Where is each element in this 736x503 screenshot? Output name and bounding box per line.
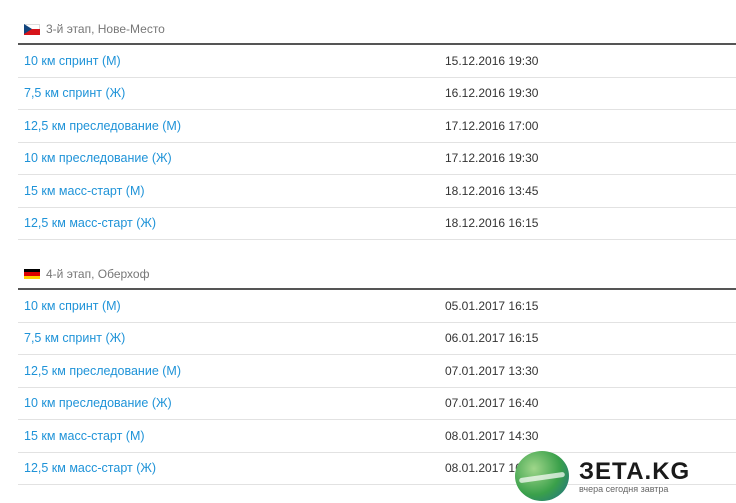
table-row: 10 км спринт (М) 05.01.2017 16:15 (18, 290, 736, 323)
watermark: ЗЕТА.KG вчера сегодня завтра (515, 448, 736, 503)
event-link[interactable]: 15 км масс-старт (М) (24, 429, 445, 443)
stage-header: 4-й этап, Оберхоф (18, 260, 736, 290)
globe-logo-icon (515, 450, 569, 501)
event-date: 17.12.2016 19:30 (445, 151, 539, 166)
watermark-tagline: вчера сегодня завтра (579, 483, 669, 494)
table-row: 10 км преследование (Ж) 17.12.2016 19:30 (18, 143, 736, 175)
table-row: 10 км преследование (Ж) 07.01.2017 16:40 (18, 388, 736, 420)
stage-header: 3-й этап, Нове-Место (18, 15, 736, 45)
event-link[interactable]: 10 км преследование (Ж) (24, 151, 445, 165)
event-date: 16.12.2016 19:30 (445, 86, 539, 101)
event-date: 05.01.2017 16:15 (445, 298, 539, 313)
event-link[interactable]: 10 км спринт (М) (24, 54, 445, 68)
de-flag-icon (24, 268, 40, 280)
stage-3: 3-й этап, Нове-Место 10 км спринт (М) 15… (18, 15, 736, 240)
event-date: 06.01.2017 16:15 (445, 331, 539, 346)
event-date: 15.12.2016 19:30 (445, 53, 539, 68)
event-link[interactable]: 7,5 км спринт (Ж) (24, 331, 445, 345)
event-date: 08.01.2017 14:30 (445, 428, 539, 443)
event-link[interactable]: 10 км спринт (М) (24, 299, 445, 313)
stage-title: 4-й этап, Оберхоф (46, 267, 150, 281)
event-link[interactable]: 12,5 км масс-старт (Ж) (24, 216, 445, 230)
event-link[interactable]: 15 км масс-старт (М) (24, 184, 445, 198)
event-date: 07.01.2017 13:30 (445, 363, 539, 378)
event-link[interactable]: 12,5 км преследование (М) (24, 119, 445, 133)
table-row: 7,5 км спринт (Ж) 16.12.2016 19:30 (18, 78, 736, 110)
event-link[interactable]: 12,5 км преследование (М) (24, 364, 445, 378)
table-row: 15 км масс-старт (М) 18.12.2016 13:45 (18, 175, 736, 208)
event-date: 17.12.2016 17:00 (445, 118, 539, 133)
event-link[interactable]: 12,5 км масс-старт (Ж) (24, 461, 445, 475)
table-row: 12,5 км преследование (М) 07.01.2017 13:… (18, 355, 736, 388)
schedule-page: 3-й этап, Нове-Место 10 км спринт (М) 15… (0, 0, 736, 503)
table-row: 10 км спринт (М) 15.12.2016 19:30 (18, 45, 736, 78)
watermark-text: ЗЕТА.KG вчера сегодня завтра (579, 458, 690, 494)
event-date: 07.01.2017 16:40 (445, 396, 539, 411)
stage-title: 3-й этап, Нове-Место (46, 22, 165, 36)
table-row: 7,5 км спринт (Ж) 06.01.2017 16:15 (18, 323, 736, 355)
table-row: 12,5 км преследование (М) 17.12.2016 17:… (18, 110, 736, 143)
cz-flag-icon (24, 23, 40, 35)
event-date: 18.12.2016 16:15 (445, 216, 539, 231)
event-link[interactable]: 7,5 км спринт (Ж) (24, 86, 445, 100)
event-link[interactable]: 10 км преследование (Ж) (24, 396, 445, 410)
event-date: 18.12.2016 13:45 (445, 183, 539, 198)
watermark-brand: ЗЕТА.KG (579, 457, 691, 485)
table-row: 12,5 км масс-старт (Ж) 18.12.2016 16:15 (18, 208, 736, 240)
